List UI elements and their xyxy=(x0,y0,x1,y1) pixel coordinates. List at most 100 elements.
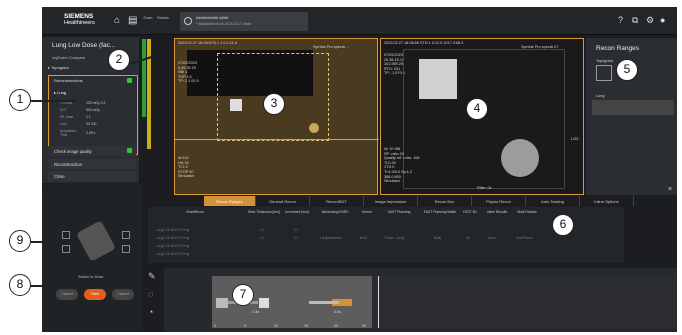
segment-duration: 2.3s xyxy=(252,310,260,314)
column-header[interactable]: Windowing/CNRV xyxy=(314,210,356,214)
table-cell: Br40 xyxy=(360,236,367,240)
reconstruction-button[interactable]: Reconstruction xyxy=(48,159,136,169)
callout-leader xyxy=(31,241,61,243)
column-header[interactable]: Increment [mm] xyxy=(282,210,312,214)
tab-image-impression[interactable]: Image Impression xyxy=(364,196,418,206)
user-icon[interactable]: ● xyxy=(660,15,665,25)
column-header[interactable]: FAST 3D xyxy=(460,210,480,214)
timeline-segment[interactable] xyxy=(309,301,339,304)
segment-duration: 5.5s xyxy=(334,310,342,314)
info-line: 07/02/2023 xyxy=(178,61,198,65)
close-label: Close xyxy=(54,174,65,179)
switch-icon-left xyxy=(62,231,70,239)
table-cell: Lung 1,00 Br40 R:2 reg xyxy=(156,244,190,248)
timeline-cursor[interactable] xyxy=(378,276,379,328)
clock-icon[interactable]: ◔ xyxy=(148,307,153,317)
param-value: 1.1 xyxy=(86,115,91,119)
cancel-left-button[interactable]: Cancel xyxy=(56,289,78,300)
tab-recon-box[interactable]: Recon Box xyxy=(418,196,472,206)
filter-label: Filter: 0s xyxy=(477,186,492,190)
callout-4: 4 xyxy=(466,98,488,120)
tab-general-recon[interactable]: General Recon xyxy=(256,196,310,206)
segment-end-handle[interactable] xyxy=(259,298,269,308)
check-image-quality-button[interactable]: Check image quality xyxy=(48,146,136,156)
image-frame xyxy=(403,49,565,189)
footer-line: Simulator xyxy=(384,179,401,184)
param-value: 2.29 s xyxy=(86,131,96,135)
topogram-viewer[interactable]: 2023.02.27 18:08:57/0.1 1 0.0 11.0 Symbi… xyxy=(174,38,379,195)
table-row[interactable]: Lung 1,00 Br40 R:2 reg xyxy=(148,251,588,259)
switch-to-dose-label: Switch to Dose xyxy=(78,275,104,279)
home-icon[interactable]: ⌂ xyxy=(114,15,120,26)
tree-item-reconstructions[interactable]: Reconstructions xyxy=(54,78,83,83)
patient-tab-sub: * ######## ## ## 2023-02-27 #### xyxy=(196,22,252,26)
callout-1: 1 xyxy=(9,89,31,111)
param-value: 130 mGy 0.3 xyxy=(86,101,106,105)
tab-recon-bdt[interactable]: Recon/BDT xyxy=(310,196,364,206)
tree-item-topogram[interactable]: ▸ Topogram xyxy=(48,65,69,70)
reconstruction-label: Reconstruction xyxy=(54,162,82,167)
viewer-header: 2023.02.27 18:08:57/0.1 1 0.0 11.0 xyxy=(178,41,237,45)
pen-icon[interactable]: ✎ xyxy=(148,271,156,282)
topogram-thumb-label: Topogram xyxy=(596,59,613,63)
table-cell: 1.0 xyxy=(260,228,265,232)
switch-icon-right xyxy=(122,245,130,253)
help-icon[interactable]: ? xyxy=(618,15,623,25)
lung-thumbnail-strip[interactable] xyxy=(592,100,674,115)
column-header[interactable]: ScanRecon xyxy=(160,210,230,214)
patient-tab[interactable]: ########## #### * ######## ## ## 2023-02… xyxy=(180,12,308,31)
column-header[interactable]: Slice Thickness [mm] xyxy=(246,210,282,214)
tick-label: 10 xyxy=(274,324,279,328)
column-header[interactable]: Kernel xyxy=(356,210,378,214)
recon-ranges-title: Recon Ranges xyxy=(596,45,639,52)
recon-tab-strip: Recon Ranges General Recon Recon/BDT Ima… xyxy=(204,196,644,206)
table-cell: None xyxy=(488,236,496,240)
window-icon[interactable]: ⧉ xyxy=(632,15,638,26)
tab-auto-tasking[interactable]: Auto Tasking xyxy=(526,196,580,206)
column-header[interactable]: Multi Results xyxy=(512,210,542,214)
viewer-info: 07/02/2023 20.38.15.15 101.989.29 RTD: 2… xyxy=(384,53,405,76)
check-icon xyxy=(127,78,132,83)
gear-icon[interactable]: ⚙ xyxy=(646,15,654,26)
orientation-label: L/20 xyxy=(571,137,579,141)
table-cell: Thorax - Lung xyxy=(384,236,404,240)
table-row[interactable]: Lung 1,00 Br40 R:1 reg 1.0 0.7 Lung/Abdo… xyxy=(148,235,588,243)
patient-icon[interactable]: ▤ xyxy=(128,15,137,26)
brand-sub: Healthineers xyxy=(64,20,95,26)
dose-indicator-green xyxy=(142,39,146,117)
app-window: SIEMENS Healthineers ⌂ ▤ Exam Results ##… xyxy=(42,7,677,332)
close-icon[interactable]: × xyxy=(668,186,672,193)
tab-physio-recon[interactable]: Physio Recon xyxy=(472,196,526,206)
info-line: 07/02/2023 xyxy=(384,53,404,57)
timeline-empty-range xyxy=(372,276,677,328)
table-cell: 0.7 xyxy=(294,228,299,232)
table-row[interactable]: Lung 1,00 Br40 R:2 reg xyxy=(148,243,588,251)
info-line: TP: -1.970.0 xyxy=(384,71,405,76)
segment-start-handle[interactable] xyxy=(216,298,228,308)
exam-mini[interactable]: Exam xyxy=(142,16,154,20)
tab-inline-options[interactable]: Inline Options xyxy=(580,196,634,206)
protocol-title[interactable]: Lung Low Dose (fac... xyxy=(52,42,115,49)
param-key: DLP xyxy=(60,108,67,112)
start-button[interactable]: Start xyxy=(84,289,106,300)
brand-logo: SIEMENS Healthineers xyxy=(64,13,95,27)
close-button[interactable]: Close xyxy=(48,171,136,181)
table-row[interactable]: Lung 1,00 Br40 R:1 reg 1.0 0.7 xyxy=(148,227,588,235)
cancel-right-button[interactable]: Cancel xyxy=(112,289,134,300)
column-header[interactable]: Inline Results xyxy=(482,210,512,214)
viewer-header: 2023.02.27 18:08:58 STD:1 0.12.0 1017.3:… xyxy=(384,41,464,45)
table-cell: Lung/Abdomen xyxy=(320,236,342,240)
lasso-icon[interactable]: ◌ xyxy=(148,289,153,299)
column-header[interactable]: VAST Planning xyxy=(378,210,420,214)
range-line xyxy=(175,139,379,140)
tree-item-lung[interactable]: ▸ Lung xyxy=(54,90,66,95)
column-header[interactable]: FAST Planning Width xyxy=(420,210,460,214)
switch-icon-right xyxy=(122,231,130,239)
tab-recon-ranges[interactable]: Recon Ranges xyxy=(204,196,256,206)
topogram-thumbnail[interactable] xyxy=(596,65,612,81)
dose-switch[interactable] xyxy=(76,220,116,262)
table-cell: On xyxy=(466,236,471,240)
info-line: TP: 2.1 00.5 xyxy=(178,79,199,84)
topogram-label: Topogram xyxy=(51,65,69,70)
results-mini[interactable]: Results xyxy=(156,16,170,20)
